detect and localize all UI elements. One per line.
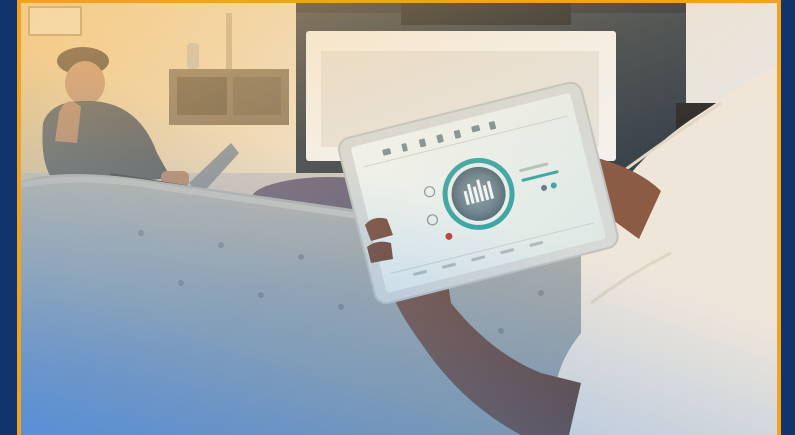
vase	[187, 43, 199, 69]
picture-frame	[28, 6, 82, 36]
television	[401, 3, 571, 25]
living-room-scene	[21, 3, 777, 435]
photo	[17, 0, 781, 435]
background-frame	[0, 0, 795, 435]
